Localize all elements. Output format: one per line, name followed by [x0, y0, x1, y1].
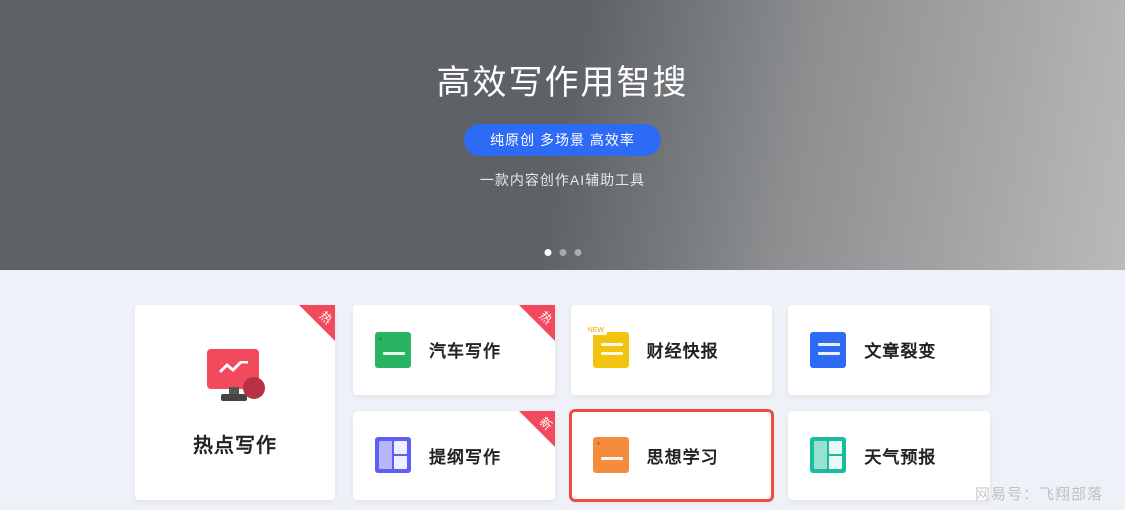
- grid-purple-icon: [375, 437, 411, 473]
- card-outline-writing[interactable]: 新 提纲写作: [353, 411, 555, 501]
- featured-card-hotspot-writing[interactable]: 热 热点写作: [135, 305, 335, 500]
- card-auto-writing[interactable]: 热 汽车写作: [353, 305, 555, 395]
- card-title: 财经快报: [647, 337, 719, 362]
- hero-subtitle: 一款内容创作AI辅助工具: [480, 170, 645, 190]
- hero-title: 高效写作用智搜: [437, 55, 689, 104]
- carousel-dot[interactable]: [574, 249, 581, 256]
- featured-card-title: 热点写作: [193, 429, 277, 458]
- doc-blue-icon: [810, 332, 846, 368]
- carousel-dot[interactable]: [544, 249, 551, 256]
- carousel-dots[interactable]: [544, 249, 581, 256]
- card-title: 思想学习: [647, 443, 719, 468]
- card-finance-news[interactable]: NEW 财经快报: [571, 305, 773, 395]
- book-orange-icon: [593, 437, 629, 473]
- card-thought-study[interactable]: 思想学习: [571, 411, 773, 501]
- hero-badge: 纯原创 多场景 高效率: [464, 124, 661, 156]
- news-yellow-icon: NEW: [593, 332, 629, 368]
- cards-area: 热 热点写作 热 汽车写作 NEW 财经快报 文章裂变: [0, 270, 1125, 500]
- card-title: 汽车写作: [429, 337, 501, 362]
- card-title: 文章裂变: [864, 337, 936, 362]
- chart-monitor-icon: [203, 347, 267, 401]
- carousel-dot[interactable]: [559, 249, 566, 256]
- card-article-split[interactable]: 文章裂变: [788, 305, 990, 395]
- card-title: 提纲写作: [429, 443, 501, 468]
- book-green-icon: [375, 332, 411, 368]
- card-title: 天气预报: [864, 443, 936, 468]
- panel-teal-icon: [810, 437, 846, 473]
- hero-banner: 高效写作用智搜 纯原创 多场景 高效率 一款内容创作AI辅助工具: [0, 0, 1125, 270]
- cards-grid: 热 汽车写作 NEW 财经快报 文章裂变 新 提纲写作 思想学习 天气预报: [353, 305, 990, 500]
- card-weather-forecast[interactable]: 天气预报: [788, 411, 990, 501]
